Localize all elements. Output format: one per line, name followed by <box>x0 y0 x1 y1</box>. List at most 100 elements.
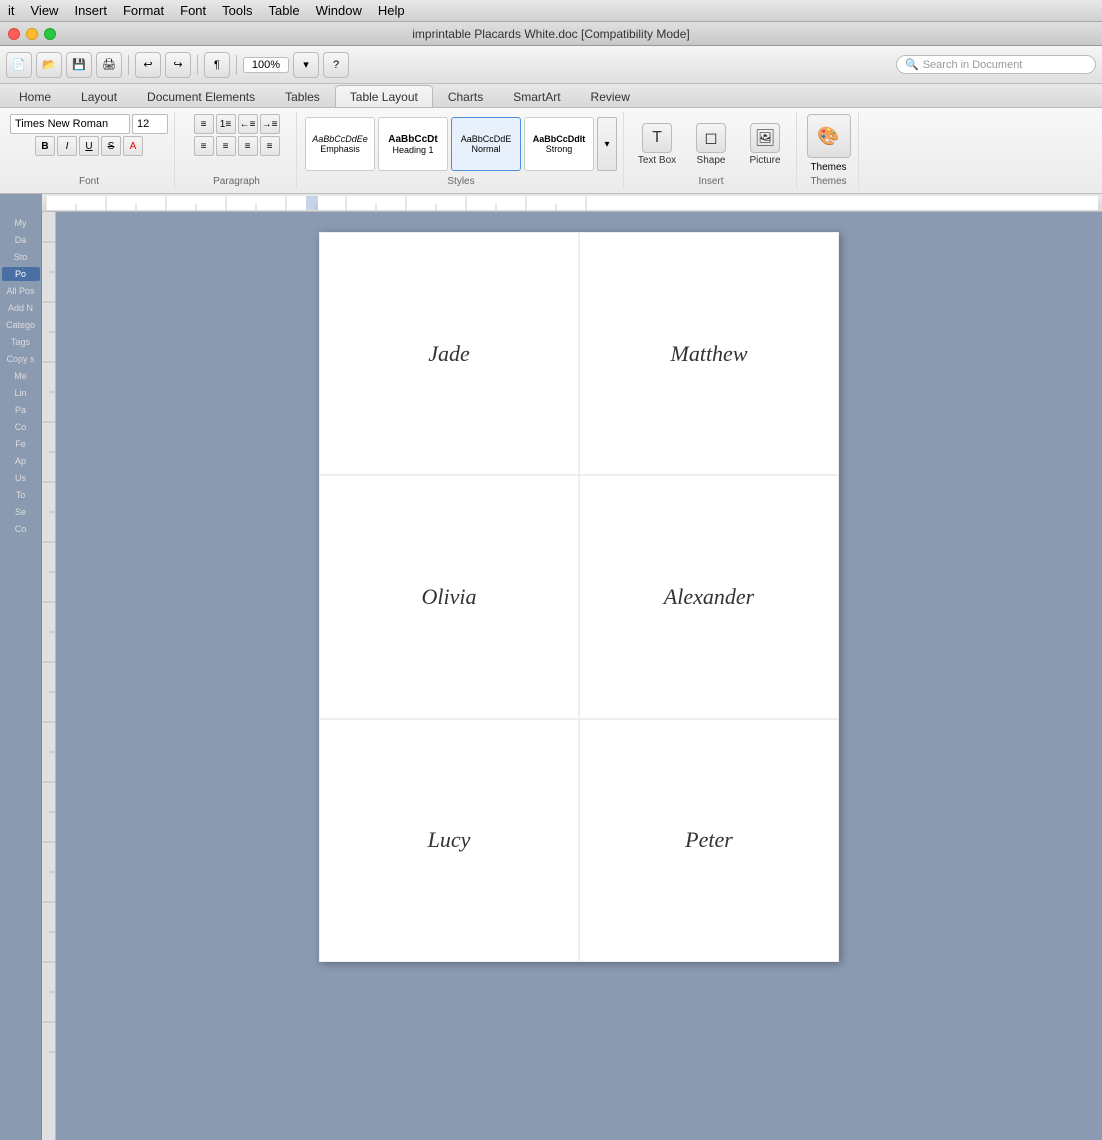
search-box[interactable]: 🔍 Search in Document <box>896 55 1096 74</box>
tab-tables[interactable]: Tables <box>270 85 335 107</box>
underline-button[interactable]: U <box>79 136 99 156</box>
numbered-list-button[interactable]: 1≡ <box>216 114 236 134</box>
italic-button[interactable]: I <box>57 136 77 156</box>
menu-item-view[interactable]: View <box>31 3 59 18</box>
zoom-dropdown[interactable]: ▾ <box>293 52 319 78</box>
sidebar-item-pa[interactable]: Pa <box>2 403 40 417</box>
zoom-level[interactable]: 100% <box>243 57 289 73</box>
undo-button[interactable]: ↩ <box>135 52 161 78</box>
sidebar-item-tags[interactable]: Tags <box>2 335 40 349</box>
style-emphasis[interactable]: AaBbCcDdEe Emphasis <box>305 117 375 171</box>
print-button[interactable]: 🖨 <box>96 52 122 78</box>
sidebar-item-categ[interactable]: Catego <box>2 318 40 332</box>
ribbon: Times New Roman 12 B I U S A Font ≡ 1≡ ←… <box>0 108 1102 194</box>
font-name-value: Times New Roman <box>15 118 108 130</box>
picture-icon: 🖼 <box>750 123 780 153</box>
sidebar-item-ap[interactable]: Ap <box>2 454 40 468</box>
style-heading1-label: Heading 1 <box>392 145 433 155</box>
bullet-list-button[interactable]: ≡ <box>194 114 214 134</box>
menu-item-tools[interactable]: Tools <box>222 3 252 18</box>
justify-button[interactable]: ≡ <box>260 136 280 156</box>
style-heading1[interactable]: AaBbCcDt Heading 1 <box>378 117 448 171</box>
sidebar-item-fe[interactable]: Fe <box>2 437 40 451</box>
placard-cell-olivia[interactable]: Olivia <box>319 475 579 718</box>
help-circle[interactable]: ? <box>323 52 349 78</box>
placard-name-lucy: Lucy <box>428 827 471 853</box>
themes-content: 🎨 Themes <box>807 114 851 174</box>
open-button[interactable]: 📂 <box>36 52 62 78</box>
paragraph-label: Paragraph <box>213 174 260 187</box>
insert-picture-button[interactable]: 🖼 Picture <box>740 117 790 171</box>
menu-item-insert[interactable]: Insert <box>74 3 107 18</box>
font-color-button[interactable]: A <box>123 136 143 156</box>
shape-label: Shape <box>697 155 726 166</box>
sidebar-item-da[interactable]: Da <box>2 233 40 247</box>
tab-layout[interactable]: Layout <box>66 85 132 107</box>
tab-smartart[interactable]: SmartArt <box>498 85 575 107</box>
font-name-input[interactable]: Times New Roman <box>10 114 130 134</box>
new-button[interactable]: 📄 <box>6 52 32 78</box>
vertical-ruler <box>42 212 56 1140</box>
menu-item-format[interactable]: Format <box>123 3 164 18</box>
sidebar-item-sto[interactable]: Sto <box>2 250 40 264</box>
tab-table-layout[interactable]: Table Layout <box>335 85 433 107</box>
sidebar-item-to[interactable]: To <box>2 488 40 502</box>
close-button[interactable] <box>8 28 20 40</box>
align-left-button[interactable]: ≡ <box>194 136 214 156</box>
align-center-button[interactable]: ≡ <box>216 136 236 156</box>
bold-button[interactable]: B <box>35 136 55 156</box>
maximize-button[interactable] <box>44 28 56 40</box>
redo-button[interactable]: ↪ <box>165 52 191 78</box>
style-normal[interactable]: AaBbCcDdE Normal <box>451 117 521 171</box>
save-button[interactable]: 💾 <box>66 52 92 78</box>
themes-button[interactable]: 🎨 <box>807 114 851 158</box>
indent-button[interactable]: →≡ <box>260 114 280 134</box>
placard-cell-alexander[interactable]: Alexander <box>579 475 839 718</box>
sidebar-item-co2[interactable]: Co <box>2 522 40 536</box>
placard-name-matthew: Matthew <box>671 341 748 367</box>
font-size-input[interactable]: 12 <box>132 114 168 134</box>
styles-content: AaBbCcDdEe Emphasis AaBbCcDt Heading 1 A… <box>305 114 617 174</box>
placard-cell-jade[interactable]: Jade <box>319 232 579 475</box>
textbox-label: Text Box <box>638 155 676 166</box>
insert-content: T Text Box ◻ Shape 🖼 Picture <box>632 114 790 174</box>
menu-item-window[interactable]: Window <box>316 3 362 18</box>
style-strong[interactable]: AaBbCcDdIt Strong <box>524 117 594 171</box>
sidebar-item-us[interactable]: Us <box>2 471 40 485</box>
strikethrough-button[interactable]: S <box>101 136 121 156</box>
menu-item-font[interactable]: Font <box>180 3 206 18</box>
paragraph-group: ≡ 1≡ ←≡ →≡ ≡ ≡ ≡ ≡ Paragraph <box>177 112 297 189</box>
sidebar-item-lin[interactable]: Lin <box>2 386 40 400</box>
tab-charts[interactable]: Charts <box>433 85 498 107</box>
placard-cell-peter[interactable]: Peter <box>579 719 839 962</box>
align-right-button[interactable]: ≡ <box>238 136 258 156</box>
styles-more-button[interactable]: ▾ <box>597 117 617 171</box>
sidebar-item-po[interactable]: Po <box>2 267 40 281</box>
placard-cell-lucy[interactable]: Lucy <box>319 719 579 962</box>
sidebar-item-my[interactable]: My <box>2 216 40 230</box>
placard-cell-matthew[interactable]: Matthew <box>579 232 839 475</box>
sidebar-item-co[interactable]: Co <box>2 420 40 434</box>
outdent-button[interactable]: ←≡ <box>238 114 258 134</box>
minimize-button[interactable] <box>26 28 38 40</box>
themes-button-label: Themes <box>810 162 846 173</box>
window-controls <box>8 28 56 40</box>
insert-textbox-button[interactable]: T Text Box <box>632 117 682 171</box>
menu-item-table[interactable]: Table <box>269 3 300 18</box>
insert-group: T Text Box ◻ Shape 🖼 Picture Insert <box>626 112 797 189</box>
document-area[interactable]: Jade Matthew Olivia Alexander Lucy Peter <box>56 212 1102 1140</box>
sep3 <box>236 55 237 75</box>
tab-home[interactable]: Home <box>4 85 66 107</box>
sidebar-item-allpos[interactable]: All Pos <box>2 284 40 298</box>
menu-item-help[interactable]: Help <box>378 3 405 18</box>
window-title: imprintable Placards White.doc [Compatib… <box>412 27 689 41</box>
tab-document-elements[interactable]: Document Elements <box>132 85 270 107</box>
insert-shape-button[interactable]: ◻ Shape <box>686 117 736 171</box>
paragraph-marks-button[interactable]: ¶ <box>204 52 230 78</box>
sidebar-item-addn[interactable]: Add N <box>2 301 40 315</box>
sidebar-item-se[interactable]: Se <box>2 505 40 519</box>
sidebar-item-me[interactable]: Me <box>2 369 40 383</box>
sidebar-item-copys[interactable]: Copy s <box>2 352 40 366</box>
tab-review[interactable]: Review <box>576 85 645 107</box>
menu-item-it[interactable]: it <box>8 3 15 18</box>
